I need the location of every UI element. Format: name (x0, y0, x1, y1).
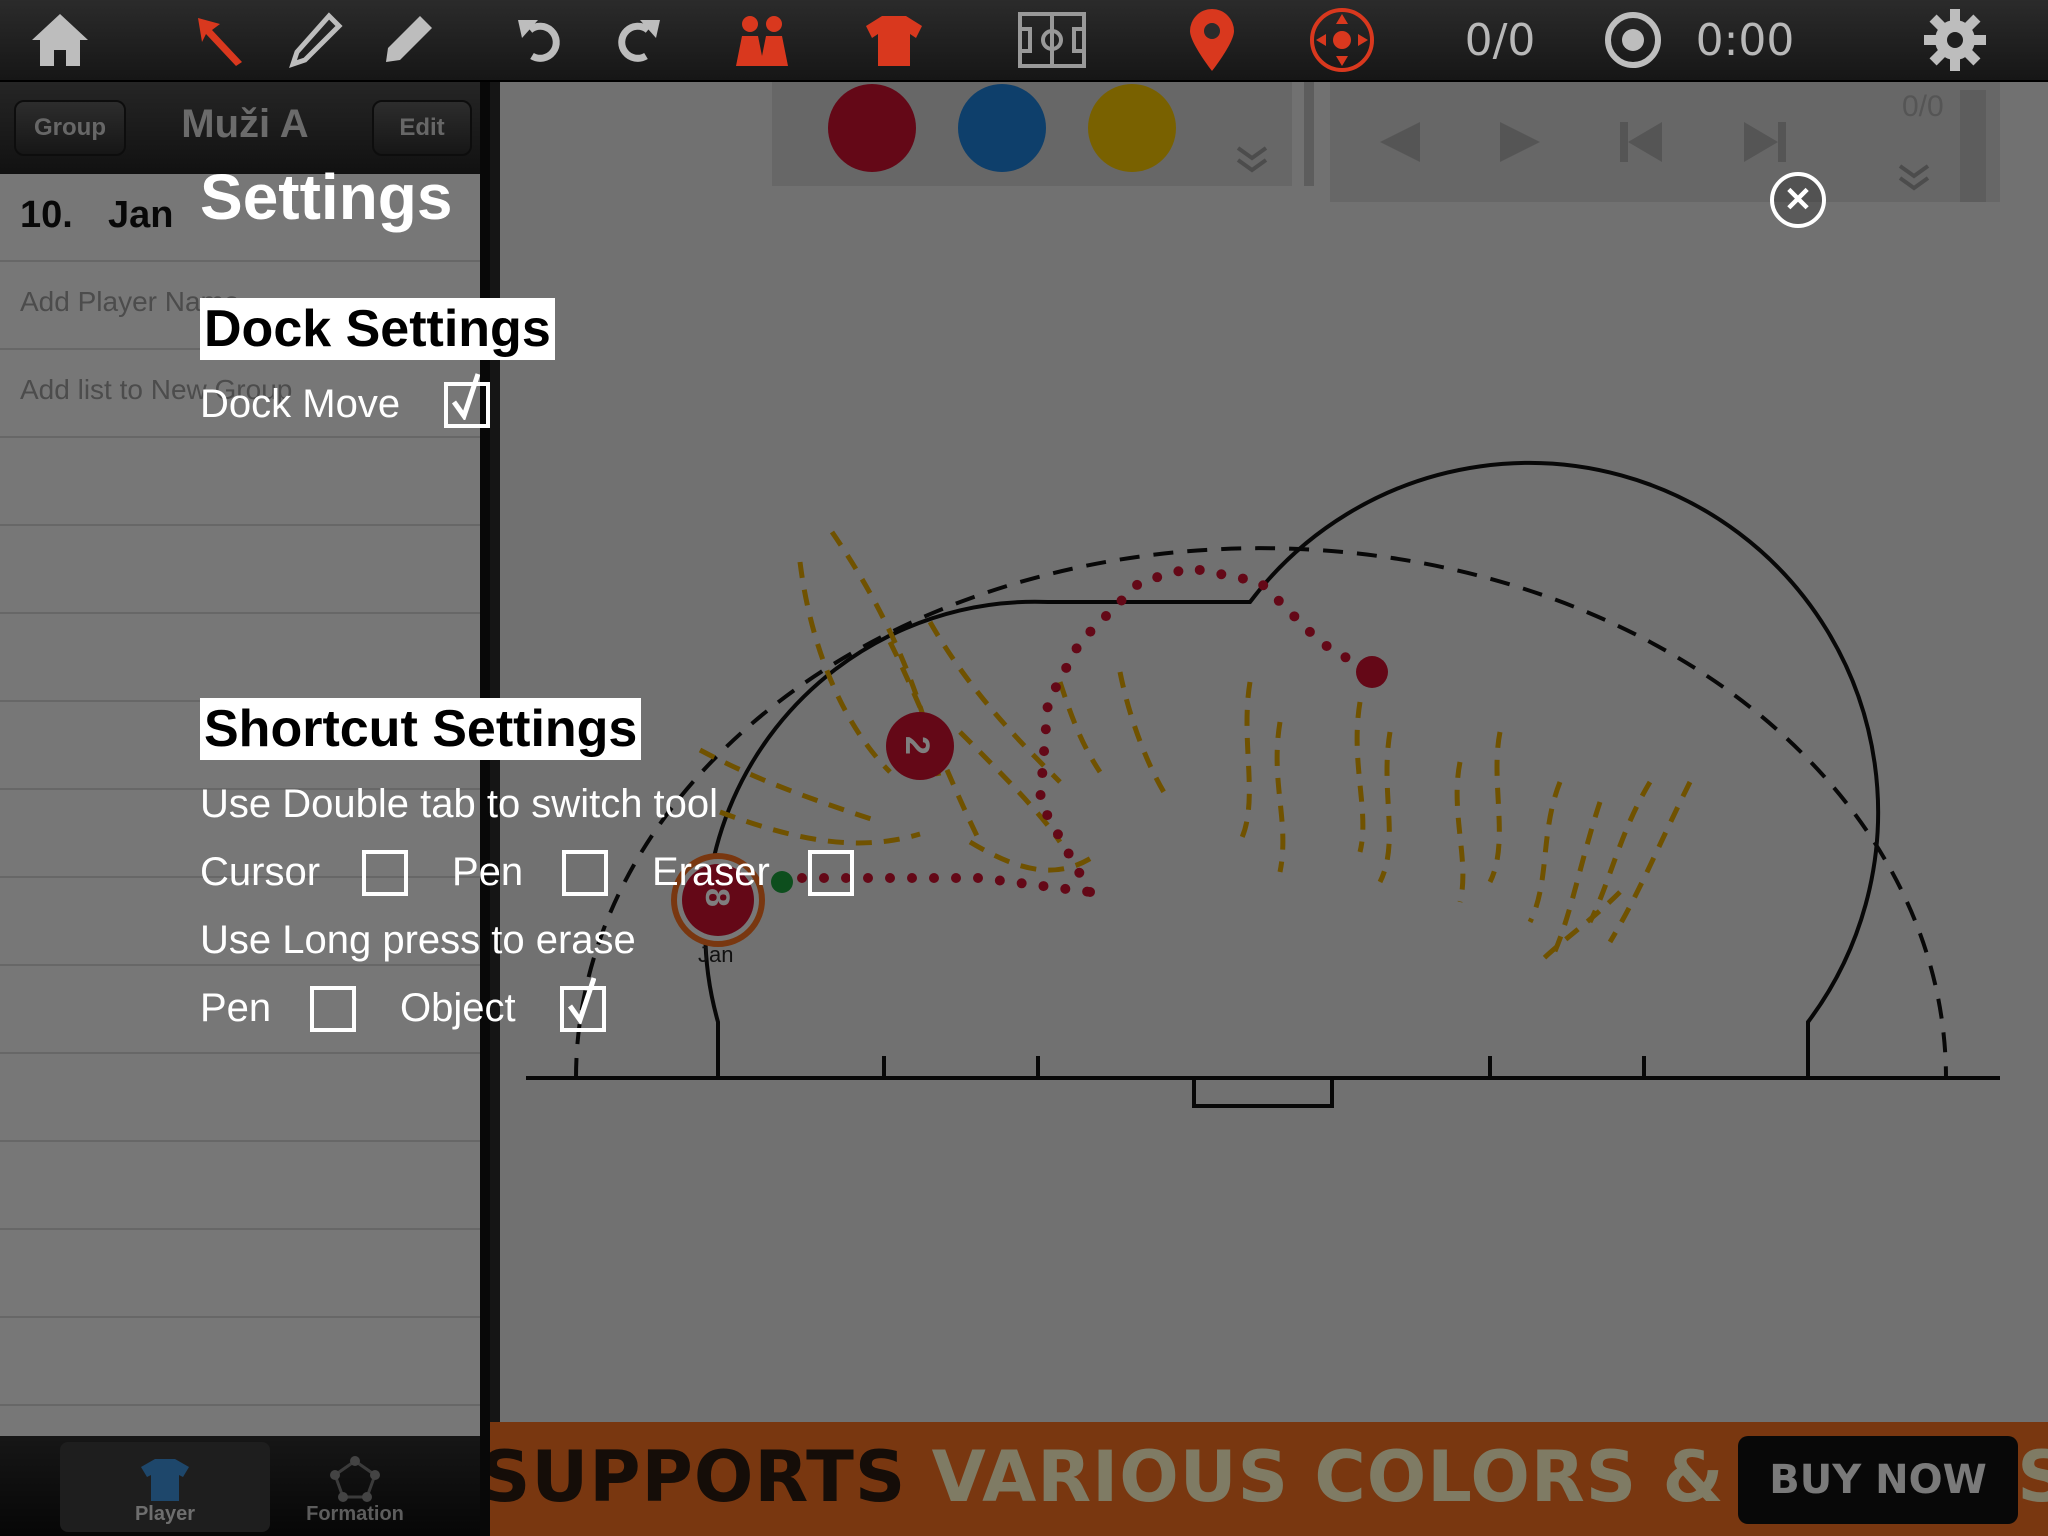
dock-move-label: Dock Move (200, 382, 401, 426)
settings-title: Settings (200, 161, 453, 233)
dock-settings-heading: Dock Settings (200, 298, 555, 360)
long-press-pen-label: Pen (200, 986, 272, 1030)
dock-move-checkbox[interactable] (444, 373, 490, 428)
settings-panel: Settings ✕ Dock Settings Dock Move Short… (0, 0, 2048, 1536)
pen-checkbox[interactable] (562, 850, 608, 896)
long-press-object-checkbox[interactable] (560, 977, 606, 1032)
pen-label: Pen (452, 850, 524, 894)
eraser-checkbox[interactable] (808, 850, 854, 896)
close-icon: ✕ (1783, 181, 1813, 219)
double-tap-label: Use Double tab to switch tool (200, 782, 719, 826)
long-press-object-label: Object (400, 986, 516, 1030)
cursor-label: Cursor (200, 850, 321, 894)
long-press-label: Use Long press to erase (200, 918, 636, 962)
close-button[interactable]: ✕ (1770, 172, 1826, 228)
checkmark-icon (452, 373, 480, 420)
cursor-checkbox[interactable] (362, 850, 408, 896)
long-press-pen-checkbox[interactable] (310, 986, 356, 1032)
shortcut-settings-heading: Shortcut Settings (200, 698, 642, 760)
checkmark-icon (568, 977, 596, 1024)
eraser-label: Eraser (652, 850, 770, 894)
